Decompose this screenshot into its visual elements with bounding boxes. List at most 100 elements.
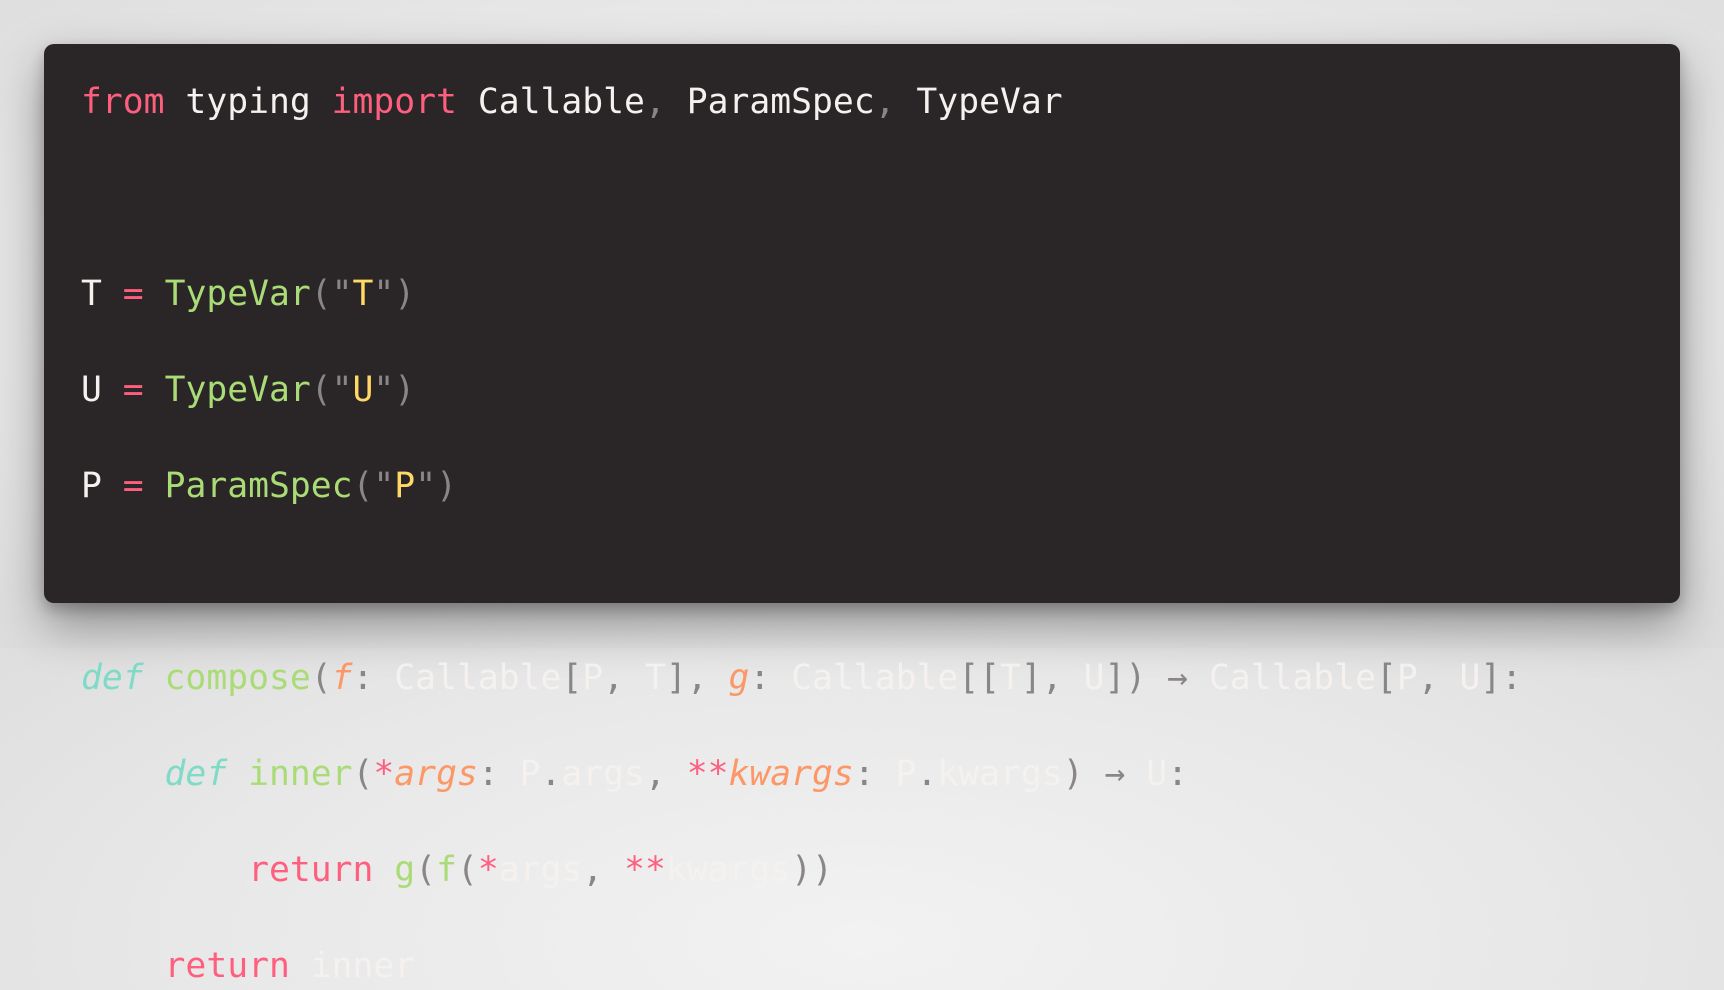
- type-name: P: [519, 754, 541, 794]
- string-literal: P: [394, 466, 416, 506]
- type-name: T: [1000, 658, 1021, 698]
- variable-name: U: [81, 370, 102, 410]
- punctuation: (: [415, 850, 437, 890]
- punctuation: ],: [1020, 658, 1084, 698]
- type-name: U: [1459, 658, 1481, 698]
- type-name: P: [582, 658, 604, 698]
- punctuation: (: [310, 658, 332, 698]
- keyword-return: return: [248, 850, 374, 890]
- arrow-operator: →: [1083, 754, 1147, 794]
- code-window: from typing import Callable, ParamSpec, …: [44, 44, 1680, 986]
- code-line-3: T = TypeVar("T"): [81, 270, 1522, 318]
- punctuation: )): [791, 850, 833, 890]
- punctuation: ]:: [1480, 658, 1523, 698]
- punctuation: :: [749, 658, 792, 698]
- argument-name: kwargs: [665, 850, 792, 890]
- code-line-5: P = ParamSpec("P"): [81, 462, 1522, 510]
- variable-name: P: [81, 466, 102, 506]
- type-name: U: [1083, 658, 1105, 698]
- parameter-f: f: [331, 658, 353, 698]
- punctuation: :: [853, 754, 896, 794]
- string-literal: U: [352, 370, 374, 410]
- operator-equals: =: [122, 466, 144, 506]
- keyword-from: from: [81, 82, 165, 122]
- punctuation: (": [352, 466, 395, 506]
- punctuation: ,: [582, 850, 625, 890]
- punctuation: "): [373, 370, 416, 410]
- variable-name: T: [81, 274, 102, 314]
- star-operator: *: [373, 754, 395, 794]
- punctuation: ,: [874, 82, 917, 122]
- parameter-g: g: [728, 658, 750, 698]
- code-line-10: return inner: [81, 942, 1522, 990]
- call-name: TypeVar: [164, 370, 311, 410]
- punctuation: "): [373, 274, 416, 314]
- punctuation: ,: [1417, 658, 1460, 698]
- type-name: Callable: [394, 658, 562, 698]
- function-name-inner: inner: [248, 754, 353, 794]
- code-line-4: U = TypeVar("U"): [81, 366, 1522, 414]
- operator-equals: =: [122, 274, 144, 314]
- punctuation: "): [415, 466, 457, 506]
- parameter-kwargs: kwargs: [728, 754, 854, 794]
- type-name: T: [644, 658, 666, 698]
- keyword-return: return: [164, 946, 290, 986]
- argument-name: args: [498, 850, 583, 890]
- punctuation: [: [561, 658, 583, 698]
- type-name: P: [895, 754, 917, 794]
- punctuation: ],: [665, 658, 729, 698]
- punctuation: :: [1167, 754, 1189, 794]
- call-name-g: g: [394, 850, 416, 890]
- keyword-def: def: [164, 754, 228, 794]
- punctuation: [[: [958, 658, 1001, 698]
- import-name: Callable: [477, 82, 645, 122]
- keyword-import: import: [331, 82, 457, 122]
- return-type-name: Callable: [1208, 658, 1376, 698]
- punctuation: [: [1375, 658, 1397, 698]
- parameter-args: args: [394, 754, 478, 794]
- punctuation: ,: [644, 82, 687, 122]
- punctuation: ): [1062, 754, 1084, 794]
- code-line-1: from typing import Callable, ParamSpec, …: [81, 78, 1522, 126]
- punctuation: .: [916, 754, 938, 794]
- keyword-def: def: [81, 658, 144, 698]
- type-name: P: [1396, 658, 1418, 698]
- star-operator: *: [477, 850, 499, 890]
- import-name: ParamSpec: [686, 82, 875, 122]
- punctuation: ,: [603, 658, 645, 698]
- code-line-9: return g(f(*args, **kwargs)): [81, 846, 1522, 894]
- punctuation: (: [352, 754, 374, 794]
- attribute-name: kwargs: [937, 754, 1063, 794]
- call-name: ParamSpec: [164, 466, 353, 506]
- type-name: Callable: [791, 658, 959, 698]
- arrow-operator: →: [1146, 658, 1209, 698]
- call-name-f: f: [436, 850, 457, 890]
- punctuation: (: [456, 850, 478, 890]
- punctuation: ]): [1104, 658, 1147, 698]
- function-name-compose: compose: [164, 658, 311, 698]
- code-line-8: def inner(*args: P.args, **kwargs: P.kwa…: [81, 750, 1522, 798]
- call-name: TypeVar: [164, 274, 311, 314]
- punctuation: ,: [644, 754, 687, 794]
- punctuation: (": [310, 274, 353, 314]
- code-line-7: def compose(f: Callable[P, T], g: Callab…: [81, 654, 1522, 702]
- attribute-name: args: [561, 754, 645, 794]
- import-name: TypeVar: [916, 82, 1063, 122]
- double-star-operator: **: [624, 850, 666, 890]
